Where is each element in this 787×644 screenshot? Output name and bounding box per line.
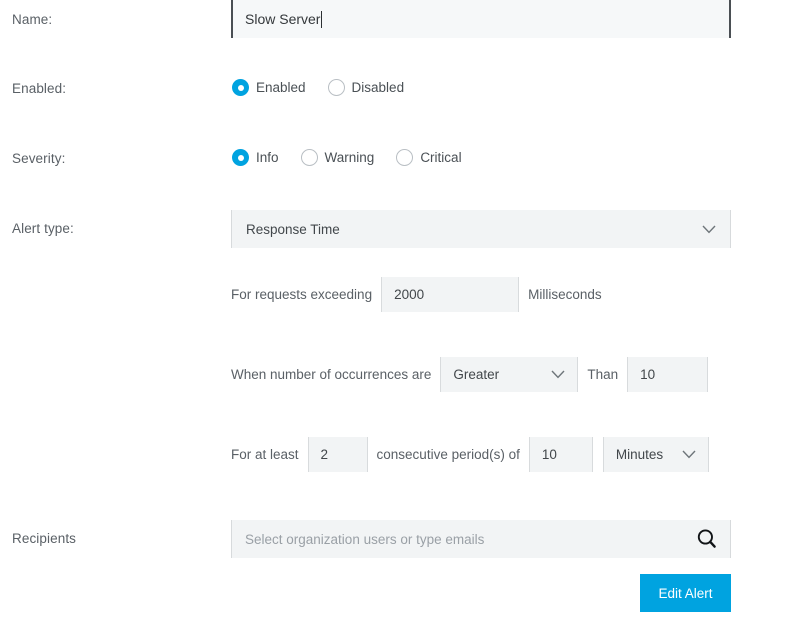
threshold-condition-row: For requests exceeding 2000 Milliseconds <box>231 277 611 312</box>
threshold-unit-text: Milliseconds <box>519 277 611 312</box>
duration-middle-text: consecutive period(s) of <box>367 437 529 472</box>
edit-alert-button[interactable]: Edit Alert <box>640 574 731 612</box>
recipients-label: Recipients <box>12 531 77 546</box>
occurrences-operator-select[interactable]: Greater <box>440 357 579 392</box>
severity-radio-group: Info Warning Critical <box>232 149 462 166</box>
recipients-placeholder: Select organization users or type emails <box>245 531 485 547</box>
radio-label-warning: Warning <box>324 150 375 165</box>
radio-indicator-disabled[interactable] <box>327 79 345 96</box>
chevron-down-icon <box>551 370 565 379</box>
name-input-value: Slow Server <box>245 11 321 27</box>
recipients-input[interactable]: Select organization users or type emails <box>231 520 731 558</box>
radio-label-enabled: Enabled <box>256 80 306 95</box>
occurrences-prefix-text: When number of occurrences are <box>231 357 441 392</box>
severity-label: Severity: <box>12 151 66 166</box>
name-input[interactable]: Slow Server <box>231 0 731 38</box>
radio-option-disabled[interactable]: Disabled <box>327 79 405 96</box>
occurrences-condition-row: When number of occurrences are Greater T… <box>231 357 709 392</box>
radio-indicator-critical[interactable] <box>396 149 414 166</box>
duration-periods-input[interactable]: 2 <box>307 437 368 472</box>
enabled-label: Enabled: <box>12 81 67 96</box>
radio-indicator-info[interactable] <box>232 149 249 166</box>
radio-option-info[interactable]: Info <box>232 149 279 166</box>
chevron-down-icon <box>682 450 696 459</box>
radio-label-disabled: Disabled <box>351 80 405 95</box>
alert-type-label: Alert type: <box>12 221 74 236</box>
radio-indicator-warning[interactable] <box>300 149 318 166</box>
radio-option-critical[interactable]: Critical <box>396 149 462 166</box>
duration-prefix-text: For at least <box>231 437 308 472</box>
radio-label-critical: Critical <box>420 150 462 165</box>
radio-indicator-enabled[interactable] <box>232 79 249 96</box>
alert-edit-form: Name: Slow Server Enabled: Enabled Disab… <box>0 0 787 644</box>
occurrences-middle-text: Than <box>578 357 628 392</box>
duration-condition-row: For at least 2 consecutive period(s) of … <box>231 437 709 472</box>
duration-interval-input[interactable]: 10 <box>528 437 593 472</box>
radio-option-warning[interactable]: Warning <box>300 149 375 166</box>
radio-option-enabled[interactable]: Enabled <box>232 79 306 96</box>
duration-unit-value: Minutes <box>615 447 664 462</box>
radio-label-info: Info <box>256 150 279 165</box>
duration-unit-select[interactable]: Minutes <box>602 437 709 472</box>
name-label: Name: <box>12 12 53 27</box>
alert-type-value: Response Time <box>246 221 340 237</box>
enabled-radio-group: Enabled Disabled <box>232 79 404 96</box>
occurrences-operator-value: Greater <box>453 367 500 382</box>
threshold-prefix-text: For requests exceeding <box>231 277 382 312</box>
search-icon[interactable] <box>696 528 718 550</box>
alert-type-select[interactable]: Response Time <box>231 210 731 248</box>
text-caret <box>321 10 323 28</box>
chevron-down-icon <box>702 225 716 234</box>
occurrences-value-input[interactable]: 10 <box>627 357 709 392</box>
threshold-value-input[interactable]: 2000 <box>381 277 520 312</box>
